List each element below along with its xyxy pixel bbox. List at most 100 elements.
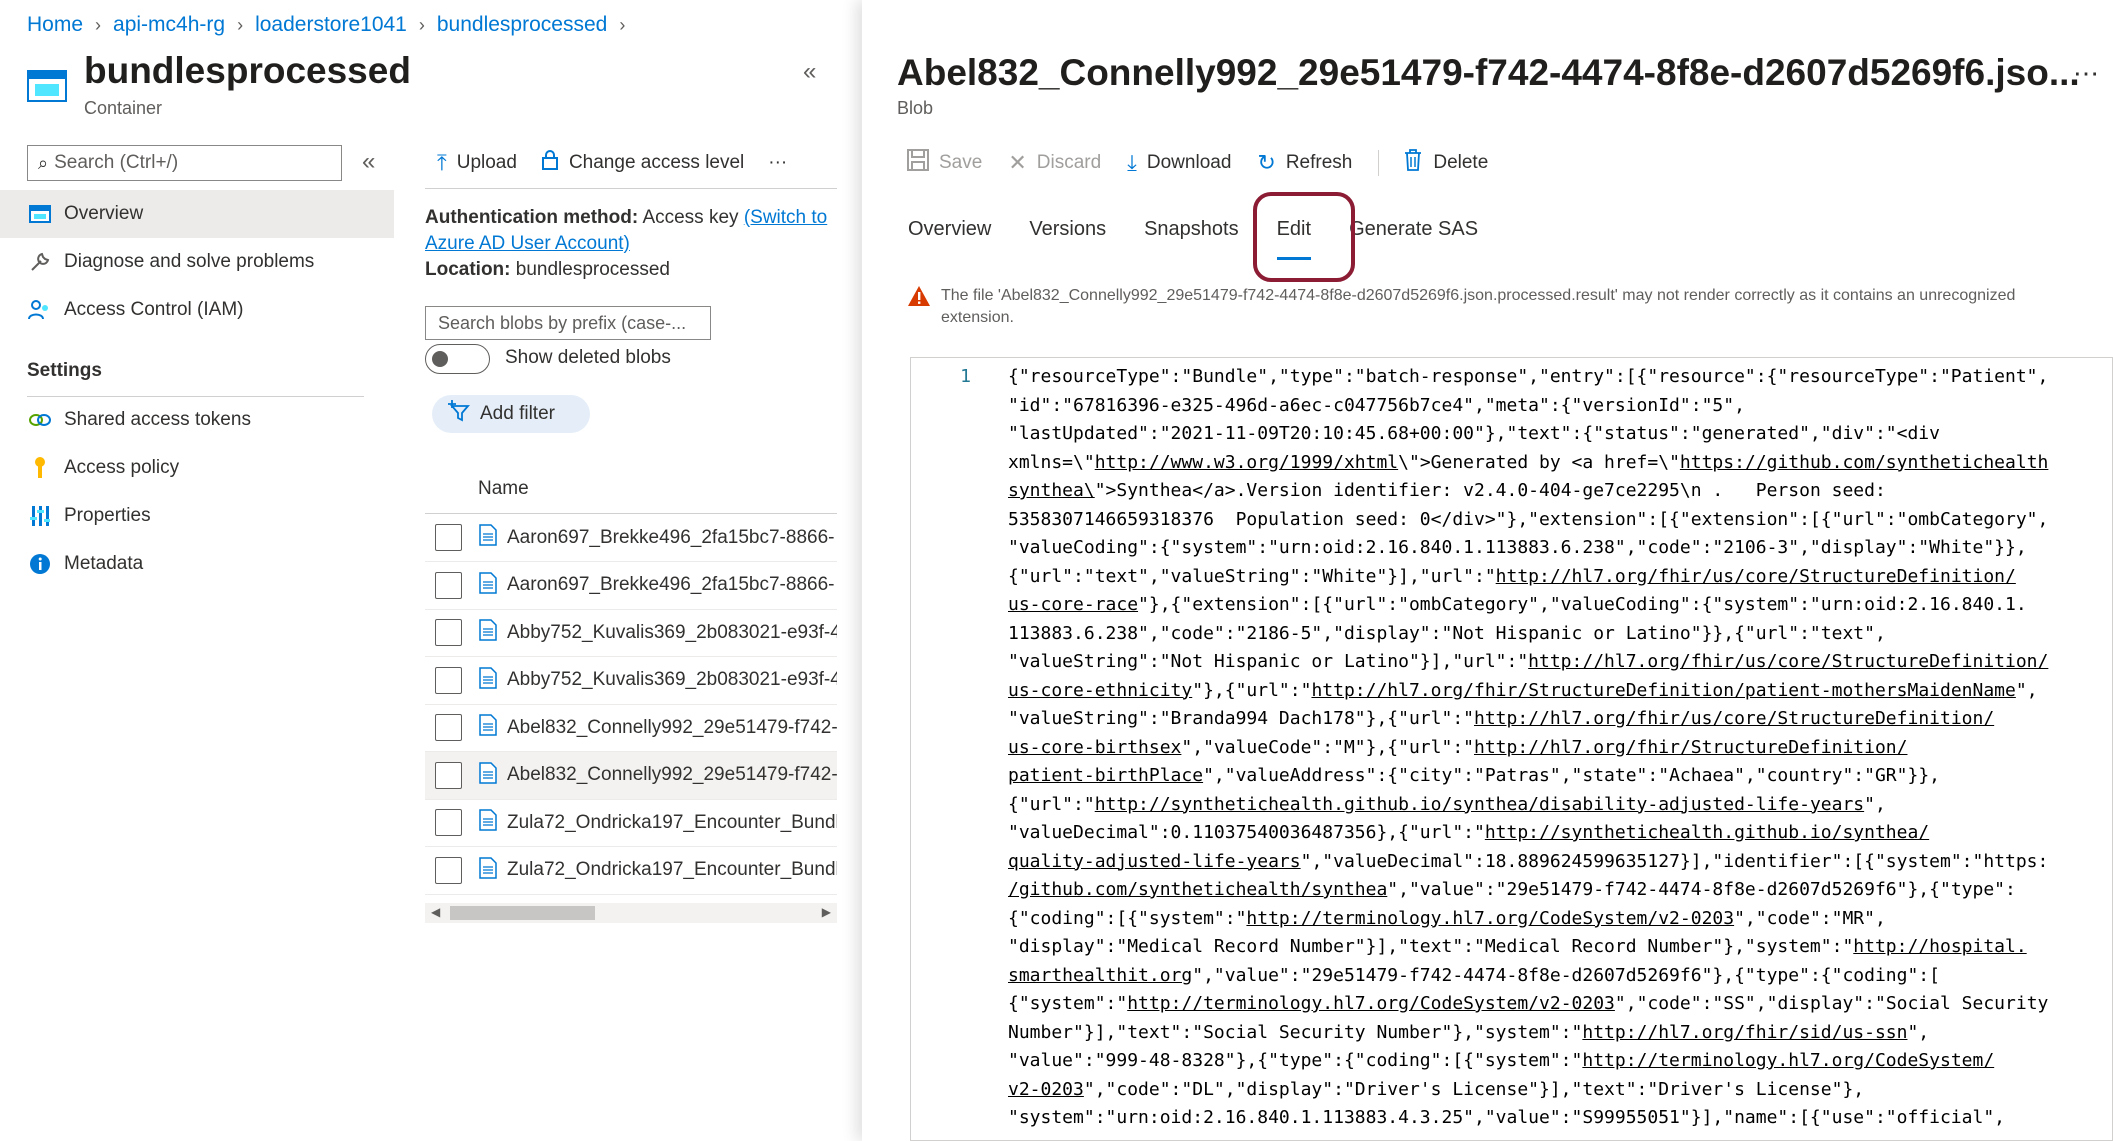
code-line: v2-0203","code":"DL","display":"Driver's… xyxy=(1008,1078,1865,1100)
blob-name[interactable]: Abby752_Kuvalis369_2b083021-e93f-4 xyxy=(507,622,837,644)
more-options-button[interactable]: ··· xyxy=(768,152,787,174)
auth-method-value: Access key xyxy=(642,207,739,228)
code-line: 5358307146659318376 Population seed: 0</… xyxy=(1008,508,2049,530)
table-row[interactable]: Aaron697_Brekke496_2fa15bc7-8866- xyxy=(425,514,837,562)
save-label: Save xyxy=(939,152,983,173)
edit-tab-highlight xyxy=(1253,192,1355,282)
file-icon xyxy=(479,714,497,741)
code-line: smarthealthit.org","value":"29e51479-f74… xyxy=(1008,964,1940,986)
table-row[interactable]: Abel832_Connelly992_29e51479-f742- xyxy=(425,751,837,800)
sidebar-item-metadata[interactable]: Metadata xyxy=(0,540,394,588)
code-content[interactable]: {"resourceType":"Bundle","type":"batch-r… xyxy=(1008,363,2112,1133)
code-line: {"coding":[{"system":"http://terminology… xyxy=(1008,907,1886,929)
code-line: "value":"999-48-8328"},{"type":{"coding"… xyxy=(1008,1050,1995,1071)
breadcrumb-container[interactable]: bundlesprocessed xyxy=(437,13,607,37)
tab-overview[interactable]: Overview xyxy=(908,218,991,250)
collapse-pane-icon[interactable]: « xyxy=(803,58,816,86)
chevron-right-icon: › xyxy=(237,14,244,35)
file-icon xyxy=(479,666,497,694)
sidebar-item-diagnose[interactable]: Diagnose and solve problems xyxy=(0,238,394,286)
sidebar-item-overview[interactable]: Overview xyxy=(0,190,394,238)
table-row[interactable]: Abby752_Kuvalis369_2b083021-e93f-4 xyxy=(425,657,837,705)
chevron-right-icon: › xyxy=(418,14,425,35)
refresh-button[interactable]: ↻ Refresh xyxy=(1257,150,1352,176)
row-checkbox[interactable] xyxy=(435,524,462,551)
sidebar-item-properties[interactable]: Properties xyxy=(0,492,394,540)
add-filter-button[interactable]: Add filter xyxy=(432,395,590,433)
breadcrumb-home[interactable]: Home xyxy=(27,13,83,37)
table-row[interactable]: Abby752_Kuvalis369_2b083021-e93f-4 xyxy=(425,609,837,657)
sidebar-item-label: Metadata xyxy=(64,553,144,574)
show-deleted-toggle[interactable] xyxy=(425,344,490,374)
save-button[interactable]: Save xyxy=(907,149,982,177)
row-checkbox[interactable] xyxy=(435,571,462,599)
table-row[interactable]: Aaron697_Brekke496_2fa15bc7-8866- xyxy=(425,562,837,610)
sidebar-item-shared-access-tokens[interactable]: Shared access tokens xyxy=(0,396,394,444)
row-checkbox[interactable] xyxy=(435,714,462,741)
row-checkbox[interactable] xyxy=(435,619,462,646)
blob-prefix-search-input[interactable]: Search blobs by prefix (case-... xyxy=(425,306,711,340)
table-row[interactable]: Zula72_Ondricka197_Encounter_Bundl xyxy=(425,847,837,895)
table-row[interactable]: Abel832_Connelly992_29e51479-f742- xyxy=(425,704,837,752)
download-icon: ⤓ xyxy=(1127,150,1137,175)
sidebar-item-access-policy[interactable]: Access policy xyxy=(0,444,394,492)
code-line: "valueString":"Branda994 Dach178"},{"url… xyxy=(1008,708,1995,729)
change-access-level-button[interactable]: Change access level xyxy=(541,149,744,177)
code-line: /github.com/synthetichealth/synthea","va… xyxy=(1008,879,2016,900)
scroll-left-icon[interactable]: ◀ xyxy=(431,905,440,919)
blob-name[interactable]: Zula72_Ondricka197_Encounter_Bundl xyxy=(507,859,837,881)
row-checkbox[interactable] xyxy=(435,809,462,836)
page-title: bundlesprocessed xyxy=(84,50,411,91)
tab-generate-sas[interactable]: Generate SAS xyxy=(1349,218,1478,250)
blob-name[interactable]: Aaron697_Brekke496_2fa15bc7-8866- xyxy=(507,574,834,596)
horizontal-scrollbar[interactable]: ◀ ▶ xyxy=(425,903,837,923)
code-line: "id":"67816396-e325-496d-a6ec-c047756b7c… xyxy=(1008,394,1745,416)
delete-button[interactable]: Delete xyxy=(1403,149,1488,177)
scrollbar-thumb[interactable] xyxy=(450,906,595,920)
lock-icon xyxy=(541,149,559,177)
row-checkbox[interactable] xyxy=(435,761,462,789)
file-icon xyxy=(479,856,497,884)
upload-button[interactable]: ⤒ Upload xyxy=(437,150,517,176)
blob-name[interactable]: Abel832_Connelly992_29e51479-f742- xyxy=(507,717,837,739)
tab-snapshots[interactable]: Snapshots xyxy=(1144,218,1239,250)
tab-versions[interactable]: Versions xyxy=(1029,218,1106,250)
table-row[interactable]: Zula72_Ondricka197_Encounter_Bundl xyxy=(425,799,837,847)
sidebar-item-label: Overview xyxy=(64,203,144,224)
upload-label: Upload xyxy=(456,152,517,173)
blob-name[interactable]: Abby752_Kuvalis369_2b083021-e93f-4 xyxy=(507,669,837,691)
chevron-right-icon: › xyxy=(95,14,102,35)
breadcrumb-storage-account[interactable]: loaderstore1041 xyxy=(255,13,407,37)
row-checkbox[interactable] xyxy=(435,856,462,884)
discard-button[interactable]: ✕ Discard xyxy=(1008,150,1101,176)
blob-name[interactable]: Aaron697_Brekke496_2fa15bc7-8866- xyxy=(507,527,834,549)
sidebar-item-iam[interactable]: Access Control (IAM) xyxy=(0,286,394,334)
blob-name[interactable]: Abel832_Connelly992_29e51479-f742- xyxy=(507,764,837,786)
sidebar-search-input[interactable]: ⌕ Search (Ctrl+/) xyxy=(27,145,342,181)
line-number: 1 xyxy=(960,366,971,387)
more-options-icon[interactable]: ⋯ xyxy=(2073,58,2099,89)
sidebar-item-label: Shared access tokens xyxy=(64,409,251,430)
row-checkbox[interactable] xyxy=(435,666,462,694)
breadcrumb-resource-group[interactable]: api-mc4h-rg xyxy=(113,13,225,37)
download-button[interactable]: ⤓ Download xyxy=(1127,150,1231,176)
sidebar-item-label: Access policy xyxy=(64,457,180,478)
code-line: "lastUpdated":"2021-11-09T20:10:45.68+00… xyxy=(1008,423,1940,444)
auth-info: Authentication method: Access key (Switc… xyxy=(425,205,837,283)
chevron-right-icon: › xyxy=(619,14,626,35)
code-editor[interactable]: 1 {"resourceType":"Bundle","type":"batch… xyxy=(910,357,2113,1141)
page-subtitle: Container xyxy=(84,98,163,118)
code-line: "display":"Medical Record Number"}],"tex… xyxy=(1008,936,2027,957)
blob-name[interactable]: Zula72_Ondricka197_Encounter_Bundl xyxy=(507,812,837,834)
blob-title: Abel832_Connelly992_29e51479-f742-4474-8… xyxy=(897,52,2080,93)
scroll-right-icon[interactable]: ▶ xyxy=(822,905,831,919)
file-icon xyxy=(479,524,497,551)
code-line: Number"}],"text":"Social Security Number… xyxy=(1008,1021,1930,1043)
collapse-sidebar-icon[interactable]: « xyxy=(362,148,375,176)
file-icon xyxy=(479,809,497,836)
wrench-icon xyxy=(27,249,53,275)
column-header-name[interactable]: Name xyxy=(478,478,529,500)
key-icon xyxy=(27,455,53,481)
auth-method-label: Authentication method: xyxy=(425,207,639,228)
toggle-knob xyxy=(432,351,448,367)
